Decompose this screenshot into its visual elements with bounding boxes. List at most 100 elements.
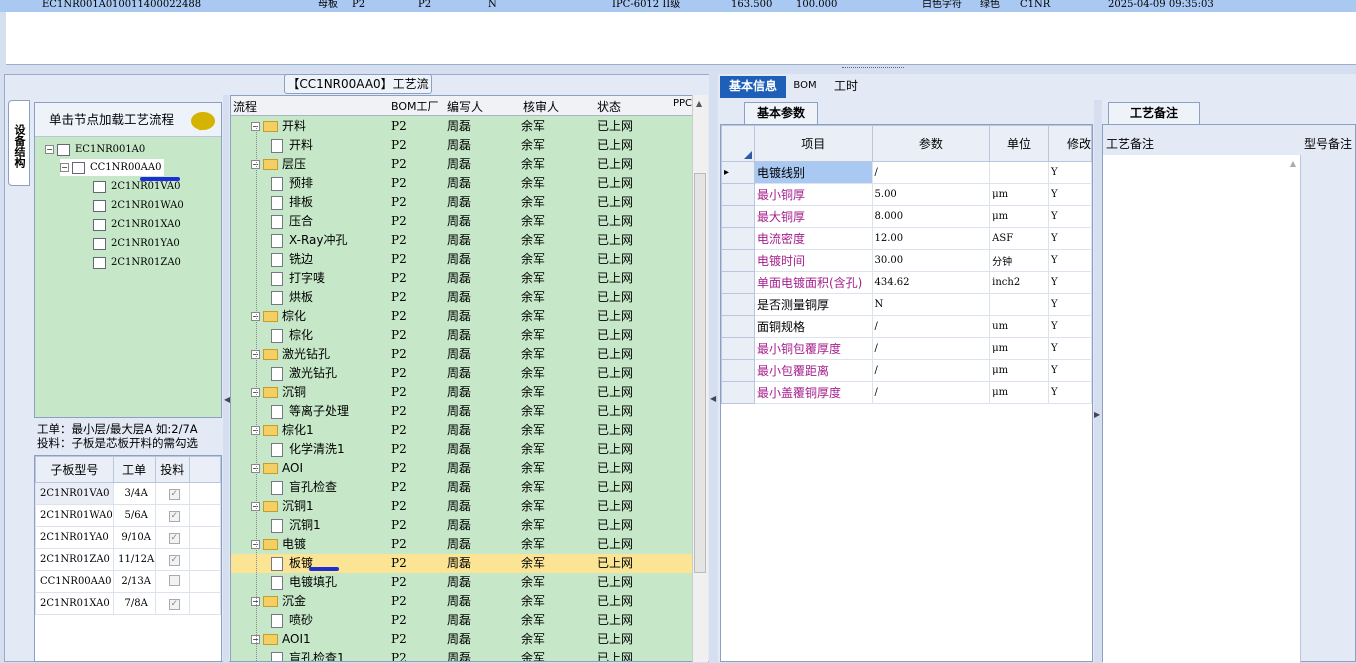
cell-order[interactable]: 2/13A — [112, 570, 156, 593]
process-step-row[interactable]: 铣边 P2 周磊 余军 已上网 — [231, 250, 693, 269]
param-row[interactable]: 电镀时间 30.00 分钟 Y — [721, 249, 1092, 272]
tree-node-child[interactable]: − CC1NR00AA0 — [60, 159, 165, 176]
process-step-row[interactable]: 打字唛 P2 周磊 余军 已上网 — [231, 269, 693, 288]
cell-unit[interactable]: ASF — [989, 227, 1049, 250]
cell-feed[interactable] — [154, 570, 191, 593]
tab-bom[interactable]: BOM — [790, 76, 820, 98]
collapse-icon[interactable]: − — [45, 145, 54, 154]
feed-checkbox[interactable]: ✓ — [168, 510, 180, 522]
param-row[interactable]: 是否测量铜厚 N Y — [721, 293, 1092, 316]
cell-unit[interactable] — [989, 293, 1049, 316]
cell-order[interactable]: 11/12A — [112, 548, 156, 571]
cell-feed[interactable]: ✓ — [154, 526, 191, 549]
tree-node-leaf[interactable]: 2C1NR01ZA0 — [93, 254, 181, 271]
cell-model[interactable]: 2C1NR01XA0 — [35, 592, 114, 615]
cell-feed[interactable]: ✓ — [154, 504, 191, 527]
col-header-feed[interactable]: 投料 — [154, 456, 191, 483]
horizontal-splitter[interactable] — [0, 66, 1356, 74]
feed-checkbox[interactable]: ✓ — [168, 532, 180, 544]
cell-order[interactable]: 5/6A — [112, 504, 156, 527]
param-row[interactable]: ▸ 电镀线别 / Y — [721, 161, 1092, 184]
cell-unit[interactable]: 分钟 — [989, 249, 1049, 272]
vertical-splitter-left[interactable]: ◀ — [223, 95, 230, 662]
process-step-row[interactable]: 板镀 P2 周磊 余军 已上网 — [231, 554, 693, 573]
row-indicator[interactable] — [721, 183, 755, 206]
process-step-row[interactable]: 压合 P2 周磊 余军 已上网 — [231, 212, 693, 231]
col-header-process[interactable]: 流程 — [233, 98, 257, 115]
col-header-process-notes[interactable]: 工艺备注 — [1106, 135, 1154, 152]
scroll-up-icon[interactable]: ▲ — [1290, 159, 1296, 168]
table-row[interactable]: 2C1NR01WA0 5/6A ✓ — [35, 504, 221, 527]
param-row[interactable]: 最小铜包覆厚度 / μm Y — [721, 337, 1092, 360]
cell-item[interactable]: 单面电镀面积(含孔) — [753, 271, 873, 294]
process-group-row[interactable]: − 沉铜1 P2 周磊 余军 已上网 — [231, 497, 693, 516]
cell-mod[interactable]: Y — [1047, 381, 1092, 404]
process-step-row[interactable]: X-Ray冲孔 P2 周磊 余军 已上网 — [231, 231, 693, 250]
tree-node-leaf[interactable]: 2C1NR01YA0 — [93, 235, 180, 252]
cell-unit[interactable]: μm — [989, 337, 1049, 360]
process-step-row[interactable]: 盲孔检查1 P2 周磊 余军 已上网 — [231, 649, 693, 661]
cell-param[interactable]: 8.000 — [871, 205, 991, 228]
process-group-row[interactable]: − 层压 P2 周磊 余军 已上网 — [231, 155, 693, 174]
row-indicator[interactable] — [721, 227, 755, 250]
row-indicator[interactable] — [721, 271, 755, 294]
cell-item[interactable]: 最大铜厚 — [753, 205, 873, 228]
col-header-param[interactable]: 参数 — [871, 125, 991, 162]
collapse-icon[interactable]: − — [60, 163, 69, 172]
cell-param[interactable]: 5.00 — [871, 183, 991, 206]
process-step-row[interactable]: 喷砂 P2 周磊 余军 已上网 — [231, 611, 693, 630]
process-group-row[interactable]: − 沉铜 P2 周磊 余军 已上网 — [231, 383, 693, 402]
top-grid-row[interactable]: EC1NR001A0 10011400022488 母板 P2 P2 N IPC… — [0, 0, 1356, 12]
row-indicator[interactable] — [721, 315, 755, 338]
process-step-row[interactable]: 棕化 P2 周磊 余军 已上网 — [231, 326, 693, 345]
col-header-bom[interactable]: BOM工厂 — [391, 98, 439, 114]
tab-process-notes[interactable]: 工艺备注 — [1108, 102, 1200, 124]
vertical-tab-structure[interactable]: 设备结构 — [8, 100, 30, 186]
tree-node-leaf[interactable]: 2C1NR01WA0 — [93, 197, 184, 214]
cell-model[interactable]: 2C1NR01WA0 — [35, 504, 114, 527]
process-step-row[interactable]: 排板 P2 周磊 余军 已上网 — [231, 193, 693, 212]
cell-item[interactable]: 最小包覆距离 — [753, 359, 873, 382]
cell-unit[interactable] — [989, 161, 1049, 184]
tree-node-leaf[interactable]: 2C1NR01XA0 — [93, 216, 181, 233]
feed-checkbox[interactable]: ✓ — [168, 598, 180, 610]
process-step-row[interactable]: 预排 P2 周磊 余军 已上网 — [231, 174, 693, 193]
col-header-reviewer[interactable]: 核审人 — [523, 98, 559, 115]
cell-mod[interactable]: Y — [1047, 161, 1092, 184]
table-row[interactable]: CC1NR00AA0 2/13A — [35, 570, 221, 593]
row-indicator[interactable] — [721, 381, 755, 404]
col-header-ppc[interactable]: PPC — [673, 98, 692, 109]
process-group-row[interactable]: − 电镀 P2 周磊 余军 已上网 — [231, 535, 693, 554]
process-group-row[interactable]: − 棕化1 P2 周磊 余军 已上网 — [231, 421, 693, 440]
row-indicator[interactable] — [721, 359, 755, 382]
cell-feed[interactable]: ✓ — [154, 482, 191, 505]
cell-unit[interactable]: μm — [989, 183, 1049, 206]
collapse-right-icon[interactable]: ◀ — [710, 394, 716, 403]
feed-checkbox[interactable] — [168, 574, 180, 586]
cell-item[interactable]: 面铜规格 — [753, 315, 873, 338]
cell-unit[interactable]: μm — [989, 359, 1049, 382]
cell-item[interactable]: 是否测量铜厚 — [753, 293, 873, 316]
cell-unit[interactable]: μm — [989, 205, 1049, 228]
cell-item[interactable]: 电流密度 — [753, 227, 873, 250]
cell-item[interactable]: 电镀线别 — [753, 161, 873, 184]
process-step-row[interactable]: 盲孔检查 P2 周磊 余军 已上网 — [231, 478, 693, 497]
table-row[interactable]: 2C1NR01XA0 7/8A ✓ — [35, 592, 221, 615]
cell-mod[interactable]: Y — [1047, 227, 1092, 250]
row-indicator[interactable]: ▸ — [721, 161, 755, 184]
process-step-row[interactable]: 电镀填孔 P2 周磊 余军 已上网 — [231, 573, 693, 592]
process-group-row[interactable]: − 沉金 P2 周磊 余军 已上网 — [231, 592, 693, 611]
process-group-row[interactable]: − 棕化 P2 周磊 余军 已上网 — [231, 307, 693, 326]
table-row[interactable]: 2C1NR01ZA0 11/12A ✓ — [35, 548, 221, 571]
col-header-model-notes[interactable]: 型号备注 — [1304, 135, 1352, 152]
process-step-row[interactable]: 等离子处理 P2 周磊 余军 已上网 — [231, 402, 693, 421]
param-row[interactable]: 电流密度 12.00 ASF Y — [721, 227, 1092, 250]
cell-model[interactable]: 2C1NR01ZA0 — [35, 548, 114, 571]
row-indicator[interactable] — [721, 337, 755, 360]
process-step-row[interactable]: 烘板 P2 周磊 余军 已上网 — [231, 288, 693, 307]
cell-param[interactable]: 434.62 — [871, 271, 991, 294]
cell-order[interactable]: 9/10A — [112, 526, 156, 549]
subtab-basic-params[interactable]: 基本参数 — [744, 102, 818, 124]
cell-mod[interactable]: Y — [1047, 271, 1092, 294]
collapse-notes-icon[interactable]: ▶ — [1094, 410, 1100, 419]
